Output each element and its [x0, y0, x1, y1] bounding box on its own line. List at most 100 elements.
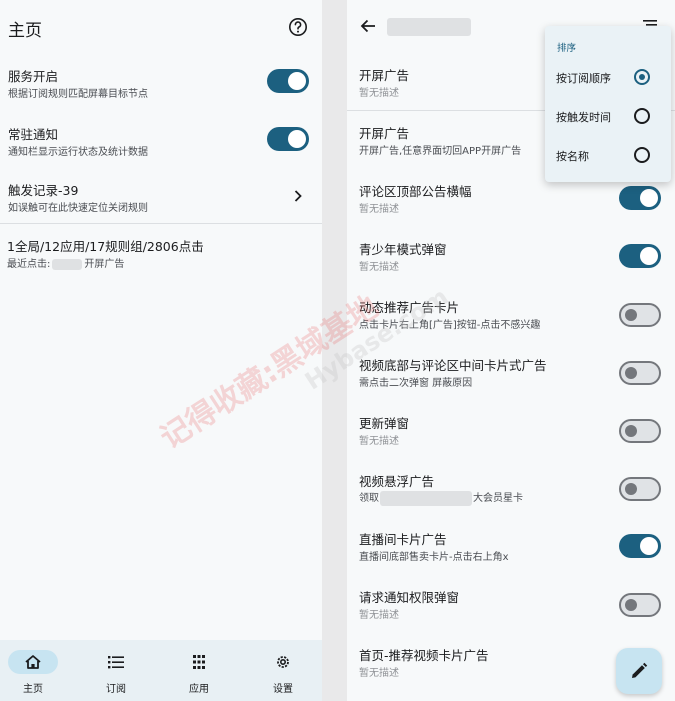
radio-unselected[interactable]: [634, 108, 650, 124]
switch-knob: [625, 483, 637, 495]
blurred-text: [380, 490, 472, 506]
rule-desc: 点击卡片右上角[广告]按钮-点击不感兴趣: [359, 320, 541, 331]
nav-settings-label: 设置: [273, 684, 293, 695]
rule-row[interactable]: 请求通知权限弹窗 暂无描述: [347, 581, 675, 629]
nav-apps[interactable]: 应用: [166, 640, 246, 701]
gear-icon: [277, 656, 289, 668]
switch-knob: [288, 130, 306, 148]
rule-row[interactable]: 更新弹窗 暂无描述: [347, 407, 675, 455]
sort-option-subscription[interactable]: 按订阅顺序: [545, 58, 671, 96]
blurred-app-title: [387, 18, 471, 36]
rule-switch[interactable]: [619, 477, 661, 501]
radio-selected[interactable]: [634, 69, 650, 85]
back-arrow-icon[interactable]: [360, 18, 376, 34]
edit-fab[interactable]: [616, 648, 662, 694]
rule-title: 评论区顶部公告横幅: [359, 184, 472, 199]
switch-knob: [625, 309, 637, 321]
rule-switch[interactable]: [619, 361, 661, 385]
last-click-label: 最近点击:: [7, 259, 51, 270]
bottom-navigation: 主页 订阅 应用 设置: [0, 640, 322, 701]
switch-knob: [640, 189, 658, 207]
switch-knob: [625, 367, 637, 379]
nav-apps-label: 应用: [189, 684, 209, 695]
rule-row[interactable]: 动态推荐广告卡片 点击卡片右上角[广告]按钮-点击不感兴趣: [347, 291, 675, 339]
nav-subscriptions[interactable]: 订阅: [83, 640, 163, 701]
home-top-bar: 主页: [0, 0, 322, 56]
rule-desc-suffix: 大会员星卡: [473, 493, 523, 504]
help-icon[interactable]: [288, 17, 308, 37]
sort-menu: 排序 按订阅顺序 按触发时间 按名称: [545, 26, 671, 182]
blurred-app-name: [52, 258, 83, 270]
sort-option-name[interactable]: 按名称: [545, 136, 671, 174]
last-click-line: 最近点击: 开屏广告: [7, 255, 124, 270]
nav-settings[interactable]: 设置: [250, 640, 322, 701]
last-click-rule: 开屏广告: [84, 259, 125, 270]
persistent-notification-row[interactable]: 常驻通知 通知栏显示运行状态及统计数据: [0, 118, 322, 166]
persistent-notification-switch[interactable]: [267, 127, 309, 151]
rule-desc: 暂无描述: [359, 668, 399, 679]
rule-title: 青少年模式弹窗: [359, 242, 447, 257]
service-enable-desc: 根据订阅规则匹配屏幕目标节点: [8, 89, 148, 100]
rule-title: 首页-推荐视频卡片广告: [359, 648, 489, 663]
sort-option-label: 按名称: [556, 150, 589, 163]
sort-menu-header: 排序: [557, 43, 577, 54]
rule-switch[interactable]: [619, 534, 661, 558]
rule-title: 开屏广告: [359, 126, 410, 141]
switch-knob: [288, 72, 306, 90]
service-enable-row[interactable]: 服务开启 根据订阅规则匹配屏幕目标节点: [0, 60, 322, 108]
rule-title: 直播间卡片广告: [359, 532, 447, 547]
divider: [0, 223, 322, 224]
rule-title: 开屏广告: [359, 68, 410, 83]
chevron-right-icon: [294, 190, 302, 202]
nav-subscriptions-label: 订阅: [106, 684, 126, 695]
sort-option-label: 按订阅顺序: [556, 72, 611, 85]
persistent-notification-desc: 通知栏显示运行状态及统计数据: [8, 147, 148, 158]
switch-knob: [625, 599, 637, 611]
trigger-log-desc: 如误触可在此快速定位关闭规则: [8, 203, 148, 214]
rule-row[interactable]: 直播间卡片广告 直播间底部售卖卡片-点击右上角x: [347, 523, 675, 571]
rule-desc: 暂无描述: [359, 610, 399, 621]
switch-knob: [640, 247, 658, 265]
rule-title: 视频悬浮广告: [359, 474, 435, 489]
sort-option-label: 按触发时间: [556, 111, 611, 124]
rule-desc: 开屏广告,任意界面切回APP开屏广告: [359, 146, 522, 157]
rule-switch[interactable]: [619, 303, 661, 327]
home-screen: 主页 服务开启 根据订阅规则匹配屏幕目标节点 常驻通知 通知栏显示运行状态及统计…: [0, 0, 322, 701]
page-title: 主页: [8, 21, 42, 41]
rule-title: 更新弹窗: [359, 416, 410, 431]
rule-row[interactable]: 评论区顶部公告横幅 暂无描述: [347, 175, 675, 223]
rule-desc: 需点击二次弹窗 屏蔽原因: [359, 378, 473, 389]
rule-switch[interactable]: [619, 186, 661, 210]
rule-title: 请求通知权限弹窗: [359, 590, 460, 605]
switch-knob: [625, 425, 637, 437]
rule-row[interactable]: 视频悬浮广告 领取 大会员星卡: [347, 465, 675, 513]
trigger-log-row[interactable]: 触发记录-39 如误触可在此快速定位关闭规则: [0, 174, 322, 220]
nav-home[interactable]: 主页: [0, 640, 80, 701]
nav-home-label: 主页: [23, 684, 43, 695]
trigger-log-title: 触发记录-39: [8, 183, 79, 198]
radio-unselected[interactable]: [634, 147, 650, 163]
rule-desc: 暂无描述: [359, 262, 399, 273]
rule-desc: 暂无描述: [359, 88, 399, 99]
persistent-notification-title: 常驻通知: [8, 127, 59, 142]
stats-block: 1全局/12应用/17规则组/2806点击 最近点击: 开屏广告: [0, 232, 322, 274]
switch-knob: [640, 537, 658, 555]
sort-option-trigger-time[interactable]: 按触发时间: [545, 97, 671, 135]
service-enable-switch[interactable]: [267, 69, 309, 93]
rule-desc: 直播间底部售卖卡片-点击右上角x: [359, 552, 509, 563]
apps-grid-icon: [193, 655, 205, 669]
rule-desc-prefix: 领取: [359, 493, 379, 504]
list-icon: [108, 656, 124, 669]
rule-title: 视频底部与评论区中间卡片式广告: [359, 358, 547, 373]
rule-switch[interactable]: [619, 593, 661, 617]
pencil-icon: [632, 662, 648, 678]
rule-row[interactable]: 视频底部与评论区中间卡片式广告 需点击二次弹窗 屏蔽原因: [347, 349, 675, 397]
rule-switch[interactable]: [619, 244, 661, 268]
stats-summary: 1全局/12应用/17规则组/2806点击: [7, 239, 204, 254]
rule-switch[interactable]: [619, 419, 661, 443]
rule-row[interactable]: 青少年模式弹窗 暂无描述: [347, 233, 675, 281]
rule-title: 动态推荐广告卡片: [359, 300, 460, 315]
rule-desc: 暂无描述: [359, 436, 399, 447]
service-enable-title: 服务开启: [8, 69, 59, 84]
home-icon: [25, 655, 41, 669]
